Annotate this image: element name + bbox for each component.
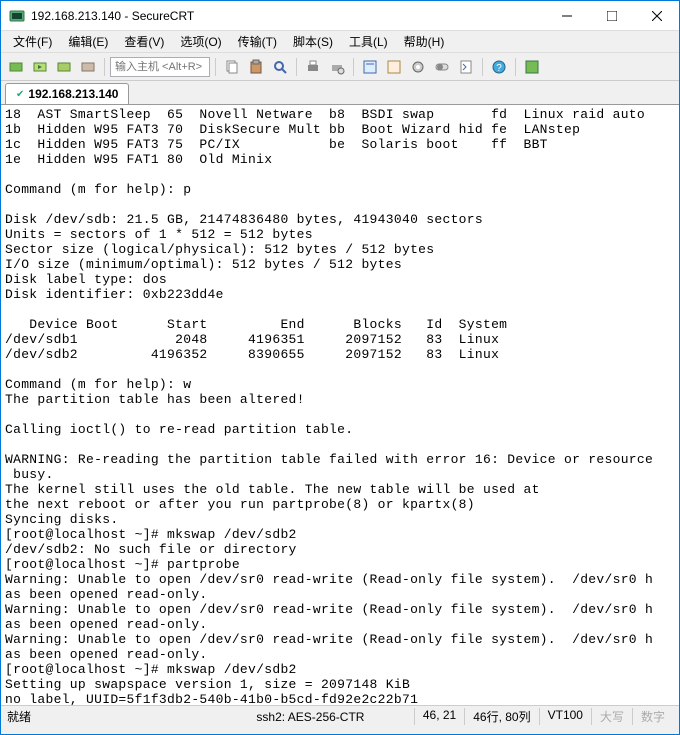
script-icon[interactable] (455, 56, 477, 78)
menu-tools[interactable]: 工具(L) (341, 31, 396, 52)
maximize-button[interactable] (589, 1, 634, 31)
status-caps: 大写 (591, 708, 632, 725)
status-num: 数字 (632, 708, 673, 725)
status-size: 46行, 80列 (464, 708, 538, 725)
menu-view[interactable]: 查看(V) (116, 31, 172, 52)
separator (482, 58, 483, 76)
host-input[interactable] (110, 57, 210, 77)
reconnect-icon[interactable] (53, 56, 75, 78)
terminal-output[interactable]: 18 AST SmartSleep 65 Novell Netware b8 B… (1, 105, 679, 705)
menubar: 文件(F) 编辑(E) 查看(V) 选项(O) 传输(T) 脚本(S) 工具(L… (1, 31, 679, 53)
menu-script[interactable]: 脚本(S) (285, 31, 341, 52)
status-term: VT100 (539, 708, 591, 725)
menu-options[interactable]: 选项(O) (172, 31, 229, 52)
app-icon (9, 8, 25, 24)
tab-bar: ✔ 192.168.213.140 (1, 81, 679, 105)
status-cursor-pos: 46, 21 (414, 708, 464, 725)
tab-label: 192.168.213.140 (28, 87, 118, 101)
svg-text:?: ? (496, 63, 502, 74)
toggle-icon[interactable] (431, 56, 453, 78)
separator (296, 58, 297, 76)
separator (515, 58, 516, 76)
status-text: 就绪 (7, 708, 207, 725)
minimize-button[interactable] (544, 1, 589, 31)
window-title: 192.168.213.140 - SecureCRT (31, 9, 544, 23)
statusbar: 就绪 ssh2: AES-256-CTR 46, 21 46行, 80列 VT1… (1, 705, 679, 727)
titlebar: 192.168.213.140 - SecureCRT (1, 1, 679, 31)
menu-edit[interactable]: 编辑(E) (60, 31, 116, 52)
menu-transfer[interactable]: 传输(T) (230, 31, 285, 52)
printer-setup-icon[interactable] (326, 56, 348, 78)
global-options-icon[interactable] (383, 56, 405, 78)
disconnect-icon[interactable] (77, 56, 99, 78)
settings-icon[interactable] (407, 56, 429, 78)
separator (353, 58, 354, 76)
menu-file[interactable]: 文件(F) (5, 31, 60, 52)
separator (104, 58, 105, 76)
sessions-icon[interactable] (521, 56, 543, 78)
menu-help[interactable]: 帮助(H) (396, 31, 453, 52)
status-connection: ssh2: AES-256-CTR (207, 710, 414, 724)
tab-status-icon: ✔ (16, 89, 24, 100)
separator (215, 58, 216, 76)
paste-icon[interactable] (245, 56, 267, 78)
tab-session[interactable]: ✔ 192.168.213.140 (5, 83, 129, 104)
print-icon[interactable] (302, 56, 324, 78)
close-button[interactable] (634, 1, 679, 31)
copy-icon[interactable] (221, 56, 243, 78)
toolbar: ? (1, 53, 679, 81)
session-options-icon[interactable] (359, 56, 381, 78)
help-icon[interactable]: ? (488, 56, 510, 78)
find-icon[interactable] (269, 56, 291, 78)
quick-connect-icon[interactable] (29, 56, 51, 78)
connect-icon[interactable] (5, 56, 27, 78)
